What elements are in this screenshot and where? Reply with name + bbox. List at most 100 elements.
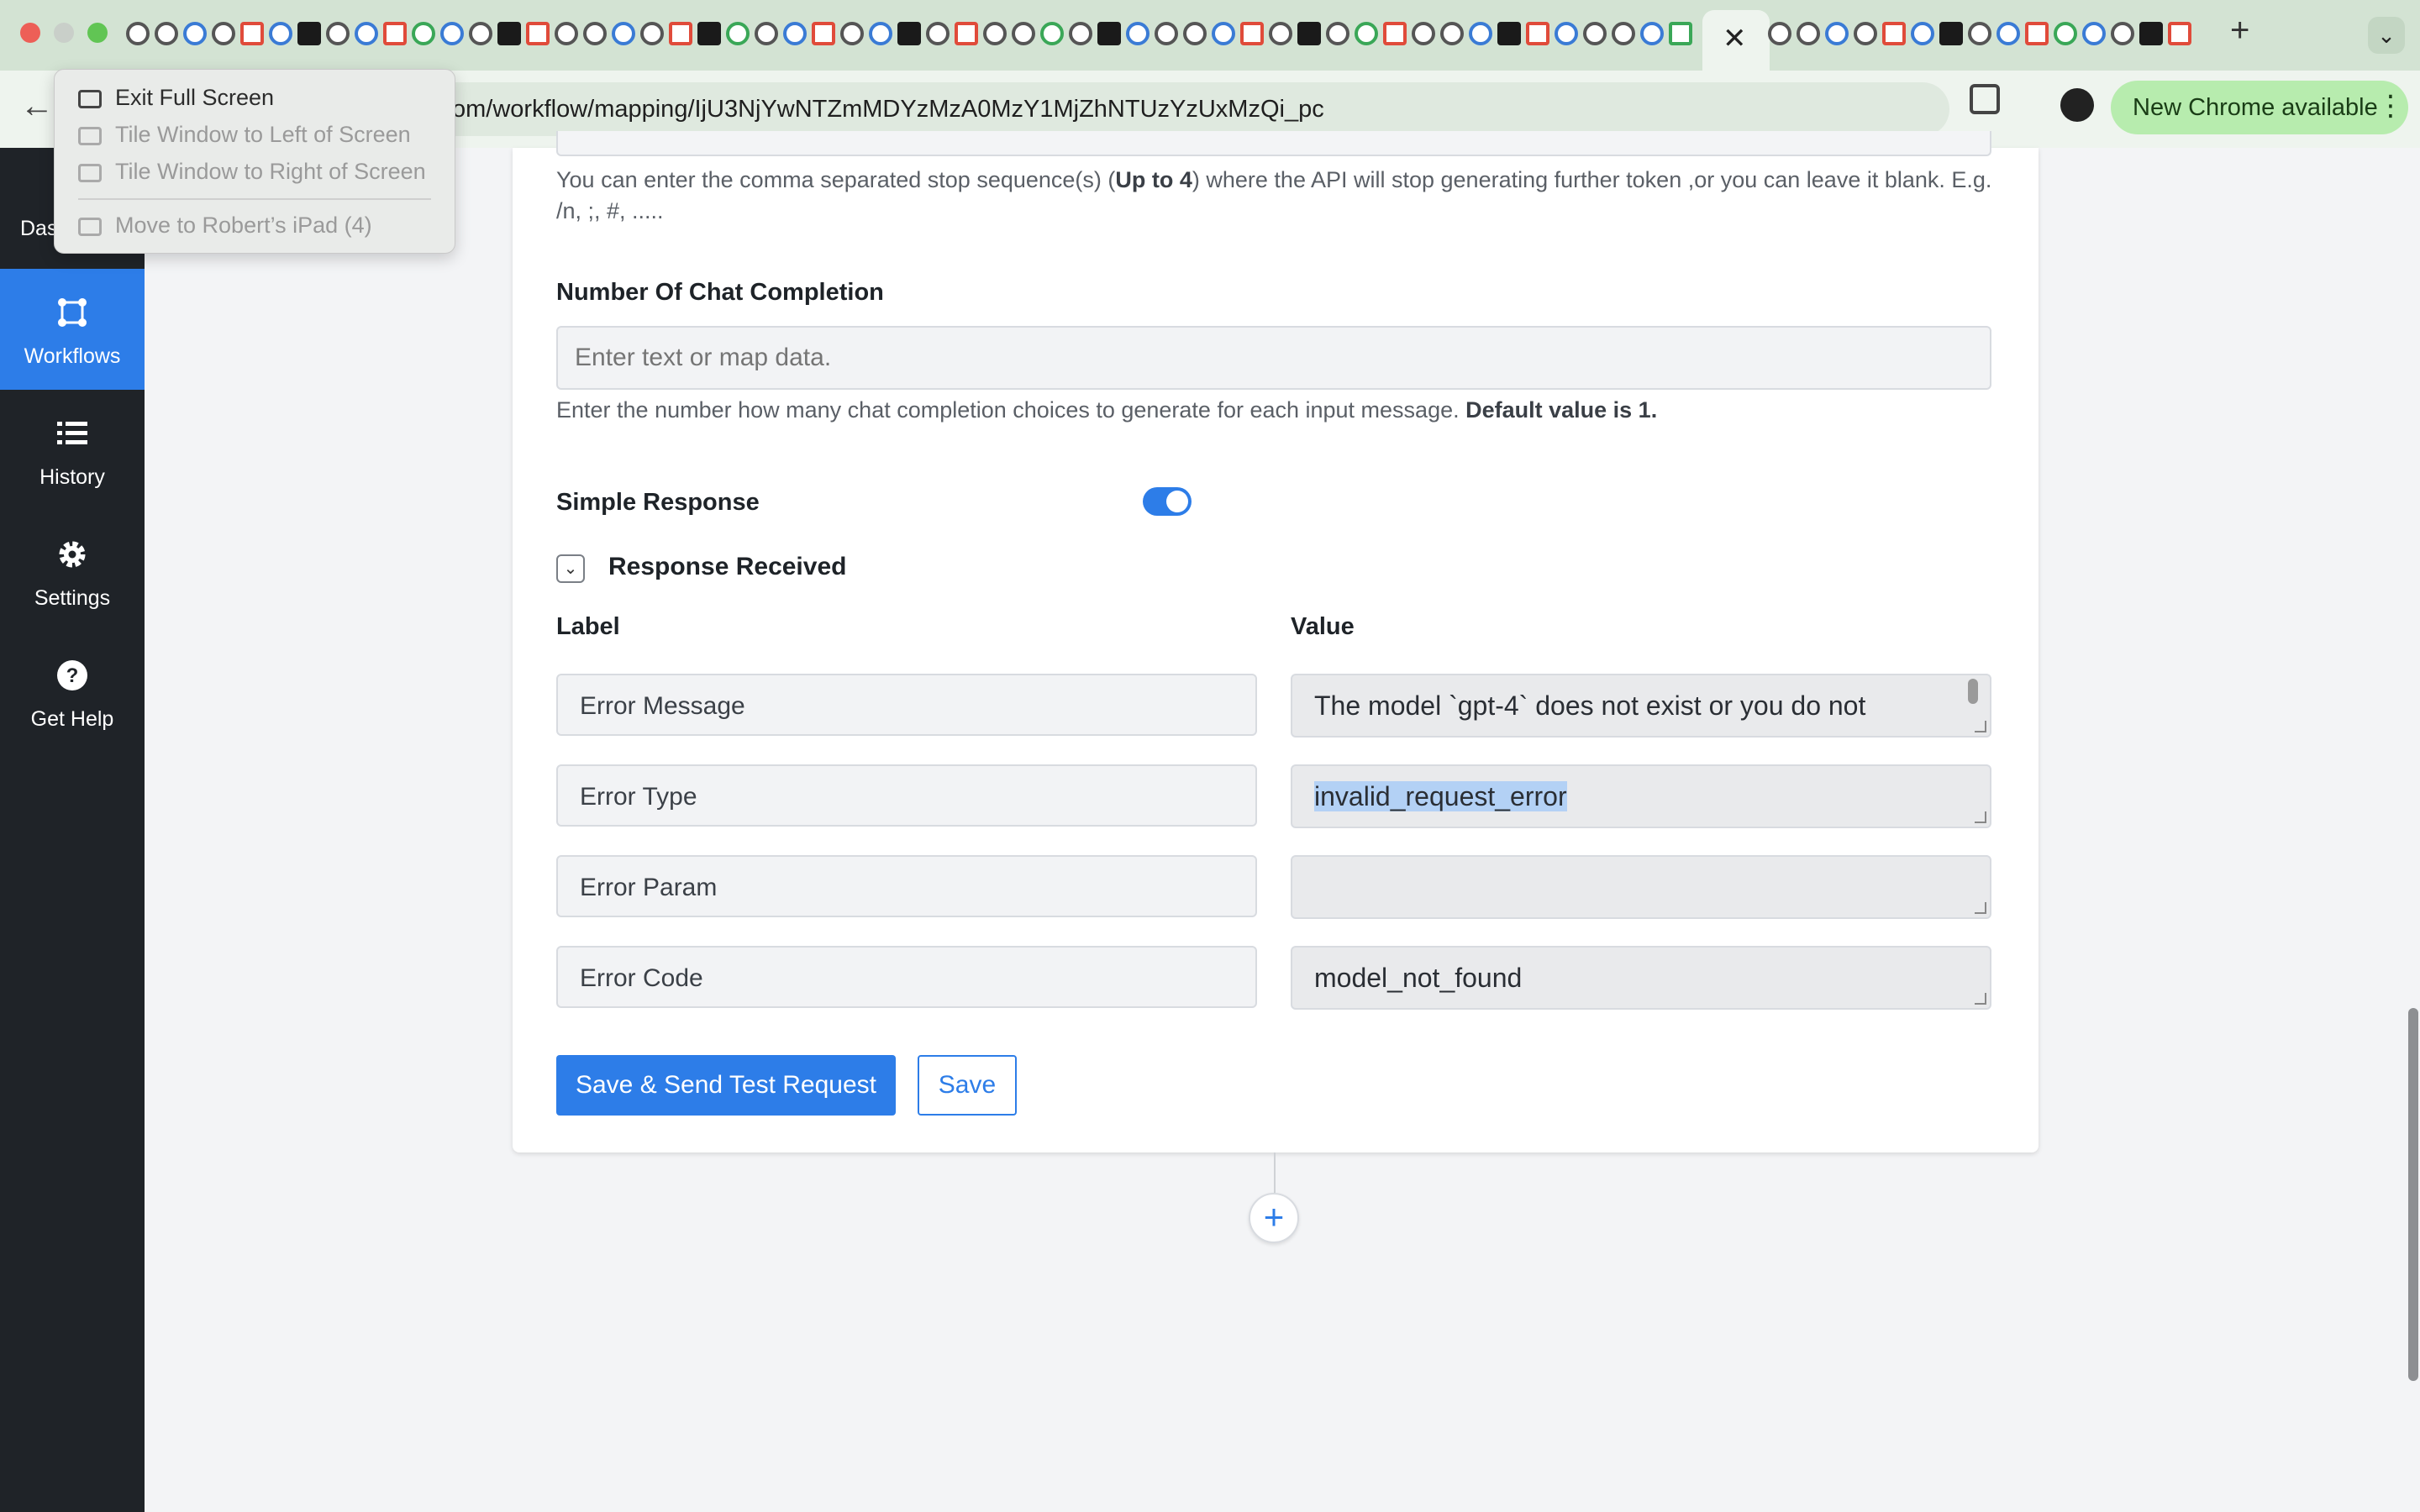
response-value-error-message[interactable]: The model `gpt-4` does not exist or you … [1291,674,1991,738]
tab-favicon[interactable] [297,22,321,45]
tab-favicon[interactable] [1440,22,1464,45]
tab-favicon[interactable] [555,22,578,45]
save-button[interactable]: Save [918,1055,1017,1116]
active-tab[interactable]: ✕ [1702,10,1770,71]
tab-favicon[interactable] [1968,22,1991,45]
tab-favicon[interactable] [326,22,350,45]
tab-favicon[interactable] [1497,22,1521,45]
tab-favicon[interactable] [412,22,435,45]
tab-favicon[interactable] [1412,22,1435,45]
extensions-puzzle-icon[interactable] [1970,84,2000,114]
tab-favicon[interactable] [812,22,835,45]
menu-item-exit-full-screen[interactable]: Exit Full Screen [78,85,274,118]
tab-favicon[interactable] [2025,22,2049,45]
tab-favicon[interactable] [1854,22,1877,45]
tab-favicon[interactable] [1183,22,1207,45]
chat-completion-input[interactable] [556,326,1991,390]
tab-favicon[interactable] [1911,22,1934,45]
tab-favicon[interactable] [126,22,150,45]
response-value-error-type[interactable]: invalid_request_error [1291,764,1991,828]
tab-favicon[interactable] [1326,22,1349,45]
tab-favicon[interactable] [2111,22,2134,45]
tab-favicon[interactable] [1939,22,1963,45]
tab-favicon[interactable] [1996,22,2020,45]
tab-favicon[interactable] [669,22,692,45]
tab-favicon[interactable] [1882,22,1906,45]
tab-favicon[interactable] [469,22,492,45]
response-received-collapse-button[interactable]: ⌄ [556,554,585,583]
address-bar[interactable]: om/workflow/mapping/IjU3NjYwNTZmMDYzMzA0… [370,82,2284,136]
textarea-scrollbar[interactable] [1968,679,1978,704]
tab-favicon[interactable] [1825,22,1849,45]
tab-favicon[interactable] [1640,22,1664,45]
tab-favicon[interactable] [726,22,750,45]
tab-favicon[interactable] [1383,22,1407,45]
simple-response-toggle[interactable] [1143,487,1192,516]
tab-favicon[interactable] [2139,22,2163,45]
window-fullscreen-button[interactable] [87,23,108,43]
tab-favicon[interactable] [240,22,264,45]
tab-favicon[interactable] [1297,22,1321,45]
tab-favicon[interactable] [926,22,950,45]
resize-handle-icon[interactable] [1975,811,1986,823]
resize-handle-icon[interactable] [1975,993,1986,1005]
tab-favicon[interactable] [783,22,807,45]
resize-handle-icon[interactable] [1975,902,1986,914]
response-label-error-message[interactable]: Error Message [556,674,1257,736]
add-step-button[interactable]: + [1249,1193,1299,1243]
sidebar-item-workflows[interactable]: Workflows [0,269,145,390]
tab-favicon[interactable] [1069,22,1092,45]
tab-favicon[interactable] [212,22,235,45]
tab-favicon[interactable] [583,22,607,45]
tab-favicon[interactable] [155,22,178,45]
tab-favicon[interactable] [1240,22,1264,45]
tab-favicon[interactable] [955,22,978,45]
tab-favicon[interactable] [1612,22,1635,45]
tab-favicon[interactable] [869,22,892,45]
tab-favicon[interactable] [2082,22,2106,45]
tab-favicon[interactable] [1012,22,1035,45]
tab-favicon[interactable] [840,22,864,45]
window-minimize-button[interactable] [54,23,74,43]
tab-favicon[interactable] [1768,22,1791,45]
tab-favicon[interactable] [983,22,1007,45]
tab-favicon[interactable] [1669,22,1692,45]
scrollbar-thumb[interactable] [2408,1008,2418,1381]
sidebar-item-get-help[interactable]: ? Get Help [0,632,145,753]
tab-favicon[interactable] [1126,22,1150,45]
url-text[interactable]: om/workflow/mapping/IjU3NjYwNTZmMDYzMzA0… [452,96,1324,123]
stop-sequence-input[interactable] [556,131,1991,156]
tab-favicon[interactable] [440,22,464,45]
tab-search-button[interactable]: ⌄ [2368,17,2405,54]
tab-favicon[interactable] [183,22,207,45]
close-icon[interactable]: ✕ [1723,22,1747,55]
page-scrollbar[interactable] [2407,148,2420,1512]
window-close-button[interactable] [20,23,40,43]
tab-favicon[interactable] [1555,22,1578,45]
tab-favicon[interactable] [1583,22,1607,45]
tab-favicon[interactable] [383,22,407,45]
tab-favicon[interactable] [640,22,664,45]
tab-favicon[interactable] [269,22,292,45]
tab-favicon[interactable] [2054,22,2077,45]
tab-favicon[interactable] [1526,22,1549,45]
tab-favicon[interactable] [1040,22,1064,45]
tab-favicon[interactable] [2168,22,2191,45]
tab-favicon[interactable] [755,22,778,45]
new-chrome-available-button[interactable]: New Chrome available ⋮ [2111,81,2408,134]
tab-favicon[interactable] [1212,22,1235,45]
sidebar-item-dashboard-partial[interactable]: Das [20,217,57,241]
response-value-error-code[interactable]: model_not_found [1291,946,1991,1010]
tab-favicon[interactable] [526,22,550,45]
tab-favicon[interactable] [897,22,921,45]
sidebar-item-history[interactable]: History [0,390,145,511]
tab-favicon[interactable] [1155,22,1178,45]
tab-favicon[interactable] [1355,22,1378,45]
tab-favicon[interactable] [697,22,721,45]
tab-favicon[interactable] [355,22,378,45]
tab-favicon[interactable] [1469,22,1492,45]
resize-handle-icon[interactable] [1975,721,1986,732]
new-tab-button[interactable]: + [2230,12,2249,50]
save-and-send-test-request-button[interactable]: Save & Send Test Request [556,1055,896,1116]
response-value-error-param[interactable] [1291,855,1991,919]
